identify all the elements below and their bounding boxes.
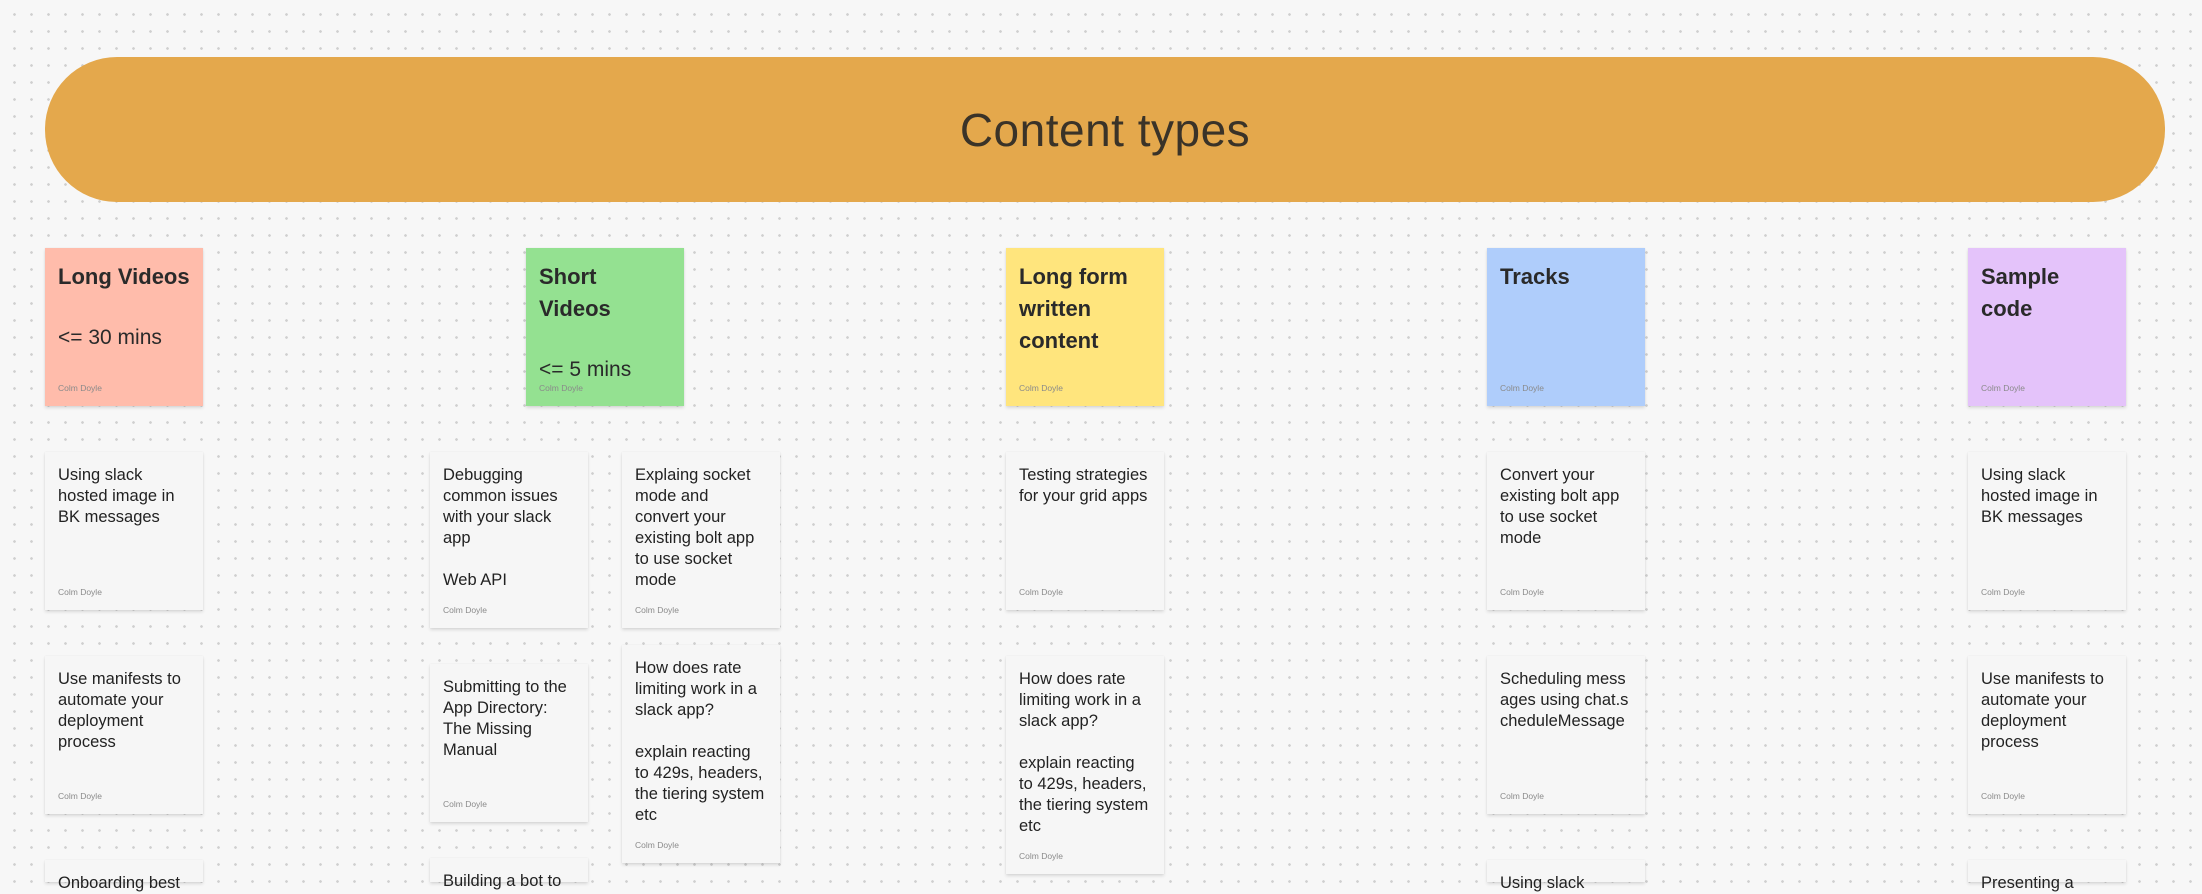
- card-text: Presenting a: [1981, 874, 2074, 892]
- header-title: Long form written content: [1019, 264, 1128, 353]
- card-long-videos-1[interactable]: Using slack hosted image in BK messages …: [45, 452, 203, 610]
- card-short-videos-2[interactable]: Submitting to the App Directory: The Mis…: [430, 664, 588, 822]
- card-sample-code-3[interactable]: Presenting a: [1968, 860, 2126, 892]
- header-title: Long Videos: [58, 264, 190, 289]
- author-label: Colm Doyle: [443, 605, 487, 615]
- card-text: Use manifests to automate your deploymen…: [58, 670, 181, 751]
- author-label: Colm Doyle: [58, 383, 102, 393]
- header-title: Short Videos: [539, 264, 611, 321]
- author-label: Colm Doyle: [635, 605, 679, 615]
- card-text: Using slack hosted image in BK messages: [1981, 466, 2098, 526]
- card-short-videos-5[interactable]: How does rate limiting work in a slack a…: [622, 645, 780, 863]
- header-note-long-videos[interactable]: Long Videos <= 30 mins Colm Doyle: [45, 248, 203, 406]
- author-label: Colm Doyle: [58, 791, 102, 801]
- card-text: Onboarding best: [58, 874, 181, 892]
- card-tracks-2[interactable]: Scheduling messages using chat.scheduleM…: [1487, 656, 1645, 814]
- header-note-short-videos[interactable]: Short Videos <= 5 mins Colm Doyle: [526, 248, 684, 406]
- header-title: Sample code: [1981, 264, 2060, 321]
- card-text: Testing strategies for your grid apps: [1019, 466, 1148, 505]
- author-label: Colm Doyle: [443, 799, 487, 809]
- header-note-sample-code[interactable]: Sample code Colm Doyle: [1968, 248, 2126, 406]
- card-text: Explaing socket mode and convert your ex…: [635, 466, 755, 589]
- banner-title: Content types: [959, 103, 1251, 156]
- author-label: Colm Doyle: [635, 840, 679, 850]
- card-text: Debugging common issues with your slack …: [443, 466, 558, 589]
- card-text: How does rate limiting work in a slack a…: [1019, 670, 1149, 835]
- card-tracks-1[interactable]: Convert your existing bolt app to use so…: [1487, 452, 1645, 610]
- card-text: Using slack hosted image in BK messages: [58, 466, 175, 526]
- card-text: Scheduling messages using chat.scheduleM…: [1500, 670, 1629, 730]
- card-text: Submitting to the App Directory: The Mis…: [443, 678, 567, 759]
- card-long-form-1[interactable]: Testing strategies for your grid apps Co…: [1006, 452, 1164, 610]
- author-label: Colm Doyle: [1019, 587, 1063, 597]
- author-label: Colm Doyle: [1500, 587, 1544, 597]
- header-subtitle: <= 30 mins: [58, 326, 162, 349]
- card-short-videos-1[interactable]: Debugging common issues with your slack …: [430, 452, 588, 628]
- card-long-videos-3[interactable]: Onboarding best: [45, 860, 203, 892]
- author-label: Colm Doyle: [58, 587, 102, 597]
- author-label: Colm Doyle: [1981, 383, 2025, 393]
- header-subtitle: <= 5 mins: [539, 358, 632, 381]
- author-label: Colm Doyle: [539, 383, 583, 393]
- card-text: Using slack: [1500, 874, 1585, 892]
- author-label: Colm Doyle: [1500, 791, 1544, 801]
- header-note-long-form[interactable]: Long form written content Colm Doyle: [1006, 248, 1164, 406]
- card-sample-code-2[interactable]: Use manifests to automate your deploymen…: [1968, 656, 2126, 814]
- header-note-tracks[interactable]: Tracks Colm Doyle: [1487, 248, 1645, 406]
- author-label: Colm Doyle: [1981, 791, 2025, 801]
- author-label: Colm Doyle: [1019, 383, 1063, 393]
- author-label: Colm Doyle: [1019, 851, 1063, 861]
- header-title: Tracks: [1500, 264, 1570, 289]
- card-text: How does rate limiting work in a slack a…: [635, 659, 765, 824]
- card-text: Use manifests to automate your deploymen…: [1981, 670, 2104, 751]
- content-types-banner[interactable]: Content types: [45, 57, 2165, 202]
- author-label: Colm Doyle: [1981, 587, 2025, 597]
- card-long-videos-2[interactable]: Use manifests to automate your deploymen…: [45, 656, 203, 814]
- card-sample-code-1[interactable]: Using slack hosted image in BK messages …: [1968, 452, 2126, 610]
- card-short-videos-4[interactable]: Explaing socket mode and convert your ex…: [622, 452, 780, 628]
- card-long-form-2[interactable]: How does rate limiting work in a slack a…: [1006, 656, 1164, 874]
- card-tracks-3[interactable]: Using slack: [1487, 860, 1645, 892]
- author-label: Colm Doyle: [1500, 383, 1544, 393]
- card-text: Convert your existing bolt app to use so…: [1500, 466, 1620, 547]
- card-short-videos-3[interactable]: Building a bot to: [430, 858, 588, 890]
